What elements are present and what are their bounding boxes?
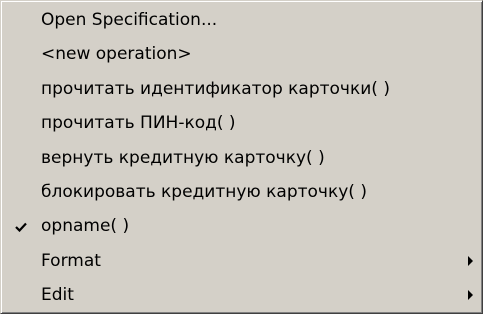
menu-item-label: прочитать идентификатор карточки( ) <box>41 78 390 99</box>
submenu-arrow-icon <box>468 244 474 278</box>
menu-item-block-card[interactable]: блокировать кредитную карточку( ) <box>1 175 482 209</box>
check-icon <box>11 209 31 243</box>
menu-item-label: <new operation> <box>41 44 192 65</box>
menu-item-read-card-id[interactable]: прочитать идентификатор карточки( ) <box>1 72 482 106</box>
menu-item-return-card[interactable]: вернуть кредитную карточку( ) <box>1 141 482 175</box>
menu-item-label: прочитать ПИН-код( ) <box>41 113 236 134</box>
menu-item-format[interactable]: Format <box>1 244 482 278</box>
menu-item-edit[interactable]: Edit <box>1 278 482 312</box>
menu-item-open-specification[interactable]: Open Specification... <box>1 3 482 37</box>
context-menu: Open Specification... <new operation> пр… <box>0 0 483 314</box>
menu-item-label: блокировать кредитную карточку( ) <box>41 181 367 202</box>
menu-item-read-pin[interactable]: прочитать ПИН-код( ) <box>1 106 482 140</box>
submenu-arrow-icon <box>468 278 474 312</box>
menu-item-opname[interactable]: opname( ) <box>1 209 482 243</box>
menu-item-label: Open Specification... <box>41 10 218 30</box>
menu-item-label: opname( ) <box>41 216 130 237</box>
menu-item-new-operation[interactable]: <new operation> <box>1 37 482 71</box>
menu-item-label: Format <box>41 250 101 271</box>
menu-item-label: вернуть кредитную карточку( ) <box>41 147 325 168</box>
menu-item-label: Edit <box>41 285 74 306</box>
